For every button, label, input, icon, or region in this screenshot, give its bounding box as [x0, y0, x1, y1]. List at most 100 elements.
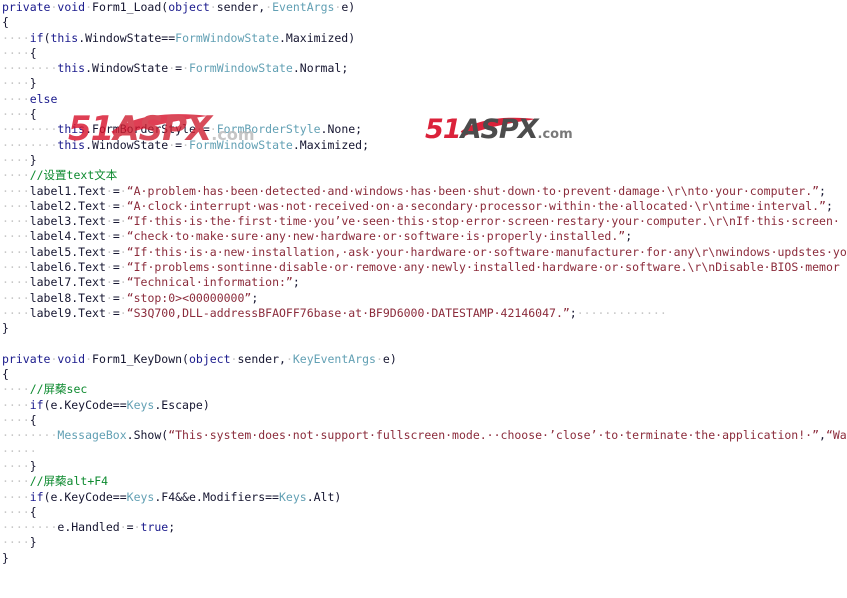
code-line[interactable]: ····label5.Text·=·“If·this·is·a·new·inst… [0, 245, 847, 260]
code-token-pln: = [112, 305, 120, 320]
code-line[interactable]: ····{ [0, 107, 847, 122]
code-token-pln: .WindowState== [78, 30, 176, 45]
code-line[interactable]: ····//屏蔾sec [0, 382, 847, 397]
code-line[interactable]: ····//屏蔾alt+F4 [0, 474, 847, 489]
code-line[interactable]: ····} [0, 459, 847, 474]
code-token-pln: = [112, 244, 120, 259]
code-line[interactable]: ········e.Handled·=·true; [0, 520, 847, 535]
code-line[interactable]: ····label1.Text·=·“A·problem·has·been·de… [0, 184, 847, 199]
code-token-ws: ···· [2, 397, 30, 412]
code-token-kw: private [2, 351, 51, 366]
code-token-ws: · [119, 244, 127, 259]
code-token-pln: = [112, 290, 120, 305]
code-token-ws: ···· [2, 152, 30, 167]
code-text-area[interactable]: private·void·Form1_Load(object·sender,·E… [0, 0, 847, 566]
code-token-pln: label4.Text [29, 229, 106, 244]
code-token-str: “This·system·does·not·support·fullscreen… [168, 428, 820, 443]
code-token-str: “stop:0><00000000” [126, 290, 252, 305]
code-line[interactable]: ····label3.Text·=·“If·this·is·the·first·… [0, 214, 847, 229]
code-line[interactable]: private·void·Form1_Load(object·sender,·E… [0, 0, 847, 15]
code-token-ws: · [105, 183, 113, 198]
code-line[interactable]: } [0, 551, 847, 566]
code-line[interactable]: ····//设置text文本 [0, 168, 847, 183]
code-token-ws: ···· [2, 214, 30, 229]
code-token-pln: label9.Text [29, 305, 106, 320]
code-token-pln: .Maximized) [279, 30, 356, 45]
code-line[interactable]: ····{ [0, 46, 847, 61]
code-token-typ: KeyEventArgs [292, 351, 376, 366]
code-token-ws: ····· [2, 443, 37, 458]
code-line[interactable]: } [0, 321, 847, 336]
code-token-pln: e.Handled [57, 520, 120, 535]
code-token-ws: · [119, 183, 127, 198]
code-token-ws: ···· [2, 489, 30, 504]
code-token-pln: { [29, 107, 37, 122]
code-line[interactable]: ····label8.Text·=·“stop:0><00000000”; [0, 291, 847, 306]
code-line[interactable]: ····} [0, 535, 847, 550]
code-token-pln: .F4&&e.Modifiers== [154, 489, 279, 504]
code-line[interactable]: ····{ [0, 505, 847, 520]
code-token-kw: if [29, 397, 44, 412]
code-line[interactable]: ····label6.Text·=·“If·problems·sontinne·… [0, 260, 847, 275]
code-token-ws: ···· [2, 535, 30, 550]
code-line[interactable]: ····label4.Text·=·“check·to·make·sure·an… [0, 229, 847, 244]
code-token-pln: .Alt) [306, 489, 342, 504]
code-token-ws: · [119, 214, 127, 229]
code-token-pln: sender, [216, 0, 266, 14]
code-line[interactable]: ····} [0, 76, 847, 91]
code-line[interactable]: { [0, 367, 847, 382]
code-token-pln: } [2, 550, 9, 565]
code-line[interactable]: ····{ [0, 413, 847, 428]
code-token-ws: ········ [2, 61, 58, 76]
code-token-typ: FormBorderStyle [216, 122, 321, 137]
code-token-pln: .Maximized; [292, 137, 370, 152]
code-line[interactable]: private·void·Form1_KeyDown(object·sender… [0, 352, 847, 367]
code-token-ws: · [105, 244, 113, 259]
code-token-ws: ········ [2, 122, 58, 137]
code-token-ws: ···· [2, 275, 30, 290]
code-line[interactable]: ····if(e.KeyCode==Keys.Escape) [0, 398, 847, 413]
code-token-kw: if [29, 489, 44, 504]
code-token-typ: FormWindowState [189, 61, 293, 76]
code-token-pln: sender, [237, 351, 286, 366]
code-token-kw: else [29, 91, 58, 106]
code-line[interactable]: ····else [0, 92, 847, 107]
code-token-str: “Technical·information:” [126, 275, 293, 290]
code-token-ws: · [119, 229, 127, 244]
code-token-pln: label8.Text [29, 290, 106, 305]
code-token-ws: ···· [2, 504, 30, 519]
code-token-pln: { [29, 504, 37, 519]
code-token-pln: label7.Text [29, 275, 106, 290]
code-editor[interactable]: private·void·Form1_Load(object·sender,·E… [0, 0, 847, 598]
code-line[interactable]: ········this.WindowState·=·FormWindowSta… [0, 61, 847, 76]
code-token-kw: void [57, 0, 86, 14]
code-token-ws: · [182, 137, 189, 152]
code-line[interactable]: ········this.WindowState·=·FormWindowSta… [0, 138, 847, 153]
code-token-ws: · [119, 275, 127, 290]
code-token-pln: label1.Text [29, 183, 106, 198]
code-line[interactable]: ····· [0, 444, 847, 459]
code-token-pln: ; [825, 198, 833, 213]
code-line[interactable]: ········this.FormBorderStyle·=·FormBorde… [0, 122, 847, 137]
code-line[interactable]: { [0, 15, 847, 30]
code-line[interactable]: ····label7.Text·=·“Technical·information… [0, 275, 847, 290]
code-token-pln: ; [251, 290, 259, 305]
code-token-ws: ···· [2, 290, 30, 305]
code-line[interactable] [0, 337, 847, 352]
code-line[interactable]: ····if(this.WindowState==FormWindowState… [0, 31, 847, 46]
code-token-pln: ; [168, 520, 176, 535]
code-token-str: “Wa [825, 428, 847, 443]
code-line[interactable]: ········MessageBox.Show(“This·system·doe… [0, 428, 847, 443]
code-line[interactable]: ····label9.Text·=·“S3Q700,DLL-addressBFA… [0, 306, 847, 321]
code-token-typ: MessageBox [57, 428, 127, 443]
code-token-pln: = [112, 214, 120, 229]
code-token-ws: ···· [2, 382, 30, 397]
code-token-ws: · [209, 0, 217, 14]
code-line[interactable]: ····label2.Text·=·“A·clock·interrupt·was… [0, 199, 847, 214]
code-token-pln: { [29, 413, 37, 428]
code-token-ws: · [85, 351, 93, 366]
code-token-str: “check·to·make·sure·any·new·hardware·or·… [126, 229, 626, 244]
code-line[interactable]: ····if(e.KeyCode==Keys.F4&&e.Modifiers==… [0, 490, 847, 505]
code-line[interactable]: ····} [0, 153, 847, 168]
code-token-ws: · [105, 260, 113, 275]
